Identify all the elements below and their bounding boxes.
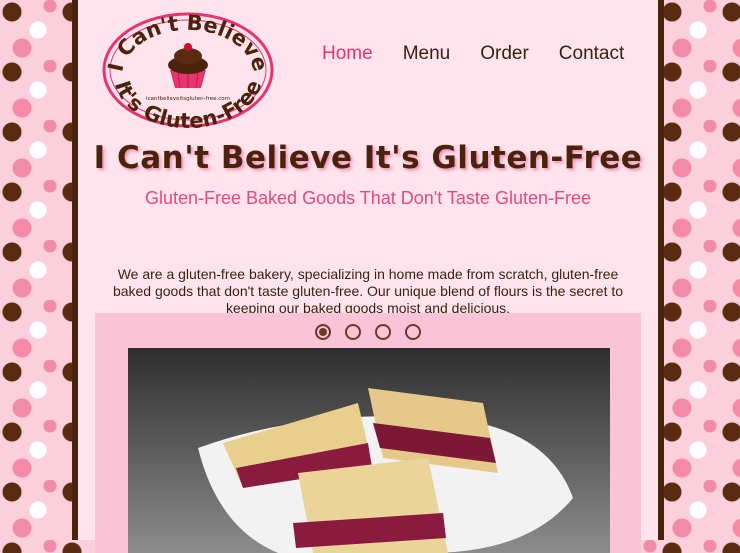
hero-title: I Can't Believe It's Gluten-Free xyxy=(93,140,643,176)
nav-contact[interactable]: Contact xyxy=(559,43,624,65)
nav-order[interactable]: Order xyxy=(480,43,529,65)
main-nav: Home Menu Order Contact xyxy=(322,43,624,65)
image-slider xyxy=(95,313,641,553)
slider-dot-2[interactable] xyxy=(345,324,361,340)
intro-paragraph: We are a gluten-free bakery, specializin… xyxy=(112,266,624,316)
slider-dot-1[interactable] xyxy=(315,324,331,340)
nav-menu[interactable]: Menu xyxy=(403,43,451,65)
slider-pagination xyxy=(95,324,641,340)
nav-home[interactable]: Home xyxy=(322,43,373,65)
hero-tagline: Gluten-Free Baked Goods That Don't Taste… xyxy=(144,188,591,208)
logo-url-text: icantbelieveitsgluten-free.com xyxy=(146,96,230,102)
slider-dot-3[interactable] xyxy=(375,324,391,340)
site-logo[interactable]: I Can't Believe It's Gluten-Free icantbe… xyxy=(100,10,276,133)
slide-image xyxy=(128,348,610,553)
page-container: I Can't Believe It's Gluten-Free icantbe… xyxy=(72,0,664,553)
slider-dot-4[interactable] xyxy=(405,324,421,340)
